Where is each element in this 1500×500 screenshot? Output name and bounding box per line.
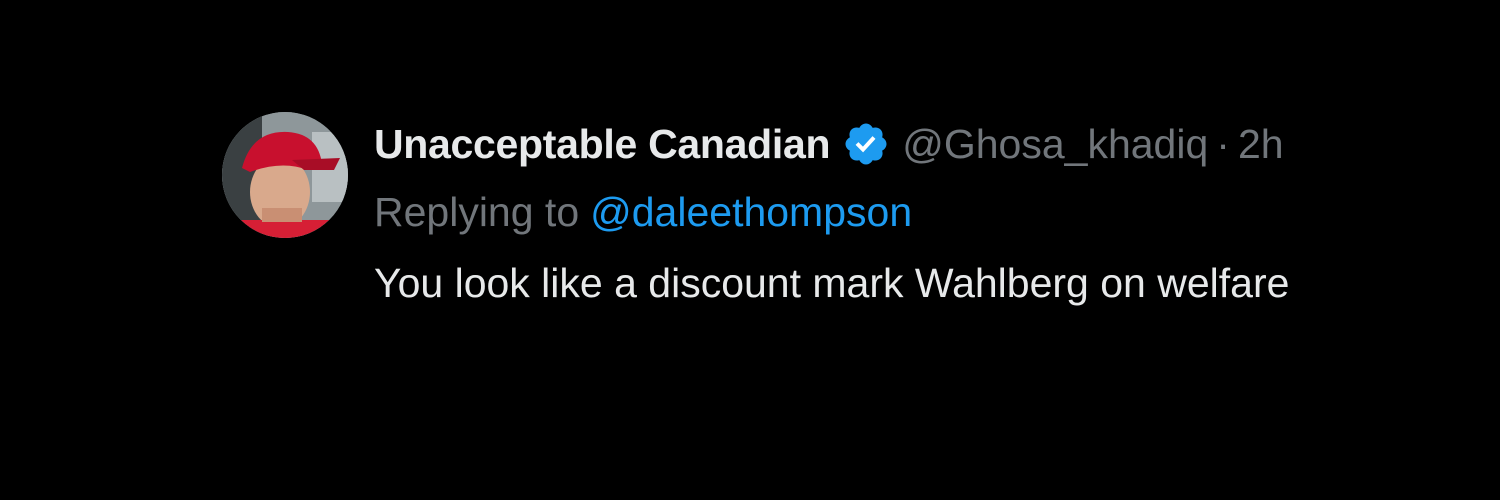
reply-to-link[interactable]: @daleethompson [590, 189, 912, 236]
timestamp[interactable]: 2h [1238, 121, 1284, 168]
handle[interactable]: @Ghosa_khadiq [902, 121, 1208, 168]
reply-prefix: Replying to [374, 188, 580, 235]
tweet-header: Unacceptable Canadian @Ghosa_khadiq · 2h [374, 112, 1474, 176]
verified-badge-icon[interactable] [842, 120, 890, 168]
reply-context: Replying to @daleethompson [374, 180, 1474, 244]
tweet[interactable]: Unacceptable Canadian @Ghosa_khadiq · 2h… [222, 112, 1482, 312]
separator-dot: · [1216, 120, 1230, 167]
avatar[interactable] [222, 112, 348, 238]
tweet-text: You look like a discount mark Wahlberg o… [374, 259, 1290, 306]
tweet-content: Unacceptable Canadian @Ghosa_khadiq · 2h… [374, 112, 1474, 318]
avatar-photo [222, 112, 348, 238]
display-name[interactable]: Unacceptable Canadian [374, 121, 831, 168]
